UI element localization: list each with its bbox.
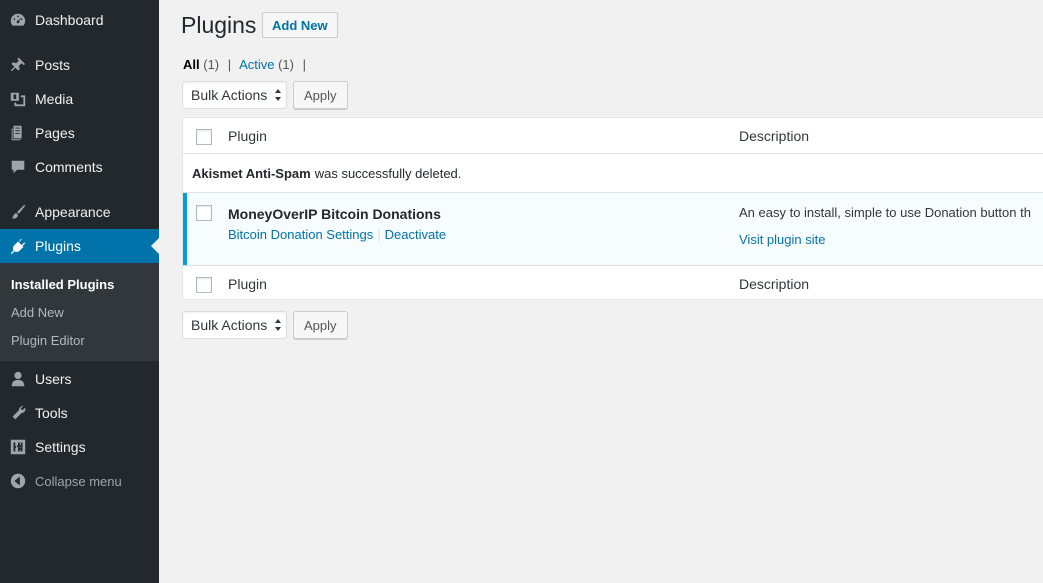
collapse-menu-button[interactable]: Collapse menu [0, 464, 159, 498]
sidebar-item-label: Users [35, 371, 72, 387]
action-separator: | [377, 227, 381, 242]
select-all-checkbox[interactable] [196, 129, 212, 145]
media-icon [9, 90, 27, 108]
sidebar-item-label: Comments [35, 159, 103, 175]
filter-all-count: (1) [203, 57, 220, 72]
brush-icon [9, 203, 27, 221]
submenu-plugin-editor[interactable]: Plugin Editor [11, 333, 85, 348]
plugins-table: Plugin Description Akismet Anti-Spam was… [182, 117, 1043, 300]
sidebar-item-plugins[interactable]: Plugins [0, 229, 159, 263]
sidebar-item-posts[interactable]: Posts [0, 48, 159, 82]
dashboard-icon [9, 11, 27, 29]
column-plugin-footer[interactable]: Plugin [228, 276, 267, 292]
comment-icon [9, 158, 27, 176]
table-header: Plugin Description [183, 118, 1043, 154]
collapse-icon [9, 472, 27, 490]
filter-separator: | [227, 57, 232, 72]
filter-active[interactable]: Active [239, 57, 274, 72]
plugin-status-filters: All (1) | Active (1) | [183, 57, 311, 72]
apply-button-top[interactable]: Apply [293, 81, 348, 109]
select-all-checkbox-bottom[interactable] [196, 277, 212, 293]
table-footer: Plugin Description [183, 265, 1043, 301]
bulk-actions-select-bottom[interactable]: Bulk Actions [182, 311, 287, 339]
row-actions: Bitcoin Donation Settings | Deactivate [228, 227, 446, 242]
deactivate-link[interactable]: Deactivate [385, 227, 446, 242]
sidebar-item-label: Appearance [35, 204, 111, 220]
plugins-submenu: Installed Plugins Add New Plugin Editor [0, 263, 159, 361]
deleted-plugin-name: Akismet Anti-Spam [192, 165, 311, 181]
plugin-icon [9, 237, 27, 255]
sidebar-item-label: Dashboard [35, 12, 104, 28]
plugin-checkbox[interactable] [196, 205, 212, 221]
plugin-description: An easy to install, simple to use Donati… [739, 205, 1031, 220]
submenu-installed-plugins[interactable]: Installed Plugins [11, 277, 114, 292]
deleted-message: was successfully deleted. [314, 165, 462, 181]
sidebar-item-media[interactable]: Media [0, 82, 159, 116]
admin-sidebar: Dashboard Posts Media Pages Comments App… [0, 0, 159, 583]
sidebar-item-label: Pages [35, 125, 75, 141]
select-arrows-icon [275, 89, 281, 101]
sidebar-item-appearance[interactable]: Appearance [0, 195, 159, 229]
sidebar-item-users[interactable]: Users [0, 362, 159, 396]
plugin-name: MoneyOverIP Bitcoin Donations [228, 206, 441, 222]
sidebar-item-comments[interactable]: Comments [0, 150, 159, 184]
select-arrows-icon [275, 319, 281, 331]
bulk-actions-select-top[interactable]: Bulk Actions [182, 81, 287, 109]
pin-icon [9, 56, 27, 74]
column-description: Description [739, 128, 810, 144]
filter-separator: | [302, 57, 306, 72]
collapse-menu-label: Collapse menu [35, 473, 122, 489]
bulk-actions-value: Bulk Actions [191, 87, 268, 103]
sidebar-item-label: Posts [35, 57, 71, 73]
add-new-button[interactable]: Add New [262, 12, 338, 38]
filter-active-count: (1) [278, 57, 294, 72]
settings-icon [9, 438, 27, 456]
pages-icon [9, 124, 27, 142]
deleted-notice: Akismet Anti-Spam was successfully delet… [183, 154, 1043, 193]
plugin-settings-link[interactable]: Bitcoin Donation Settings [228, 227, 373, 242]
user-icon [9, 370, 27, 388]
bulk-actions-value: Bulk Actions [191, 317, 268, 333]
column-description-footer: Description [739, 276, 810, 292]
sidebar-item-label: Media [35, 91, 74, 107]
active-menu-arrow [151, 238, 159, 254]
sidebar-item-dashboard[interactable]: Dashboard [0, 3, 159, 37]
sidebar-item-label: Settings [35, 439, 86, 455]
sidebar-item-pages[interactable]: Pages [0, 116, 159, 150]
sidebar-item-label: Plugins [35, 238, 81, 254]
visit-plugin-site-link[interactable]: Visit plugin site [739, 232, 825, 247]
table-row: MoneyOverIP Bitcoin Donations Bitcoin Do… [183, 193, 1043, 265]
sidebar-item-label: Tools [35, 405, 68, 421]
column-plugin[interactable]: Plugin [228, 128, 267, 144]
sidebar-item-settings[interactable]: Settings [0, 430, 159, 464]
submenu-add-new[interactable]: Add New [11, 305, 64, 320]
apply-button-bottom[interactable]: Apply [293, 311, 348, 339]
page-title: Plugins [181, 12, 257, 38]
filter-all[interactable]: All [183, 57, 200, 72]
wrench-icon [9, 404, 27, 422]
sidebar-item-tools[interactable]: Tools [0, 396, 159, 430]
